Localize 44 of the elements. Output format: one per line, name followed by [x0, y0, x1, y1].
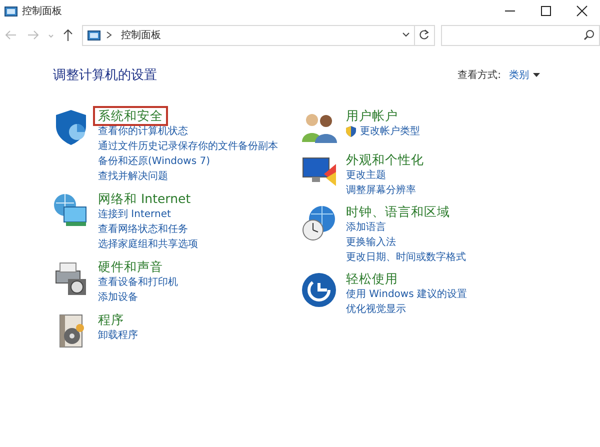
- task-link[interactable]: 通过文件历史记录保存你的文件备份副本: [98, 138, 278, 154]
- task-link[interactable]: 查看你的计算机状态: [98, 124, 188, 138]
- task-link[interactable]: 更改日期、时间或数字格式: [346, 250, 466, 264]
- refresh-icon[interactable]: [418, 29, 430, 41]
- category-title-link[interactable]: 硬件和声音: [95, 258, 166, 274]
- globe-clock-icon: [300, 204, 338, 242]
- task-link[interactable]: 添加语言: [346, 220, 386, 234]
- search-field[interactable]: [440, 24, 600, 46]
- task-link[interactable]: 更换输入法: [346, 234, 396, 250]
- task-link[interactable]: 备份和还原(Windows 7): [98, 154, 210, 168]
- task-link[interactable]: 连接到 Internet: [98, 206, 171, 222]
- task-link[interactable]: 更改帐户类型: [360, 124, 420, 138]
- category-title-link[interactable]: 网络和 Internet: [95, 190, 194, 206]
- chevron-icon: [105, 30, 113, 40]
- category-title-link[interactable]: 轻松使用: [343, 270, 401, 286]
- category-title-link[interactable]: 程序: [95, 312, 127, 328]
- task-link[interactable]: 添加设备: [98, 290, 138, 304]
- task-link[interactable]: 选择家庭组和共享选项: [98, 236, 198, 252]
- view-by-label: 查看方式:: [458, 68, 501, 84]
- close-button[interactable]: [574, 5, 590, 17]
- breadcrumb-link[interactable]: 控制面板: [121, 28, 398, 42]
- task-link[interactable]: 查找并解决问题: [98, 168, 168, 184]
- dropdown-icon[interactable]: [402, 31, 410, 39]
- category-title-link[interactable]: 时钟、语言和区域: [343, 204, 453, 220]
- caret-icon: [533, 73, 540, 78]
- control-panel-icon: [87, 28, 101, 42]
- task-link[interactable]: 查看网络状态和任务: [98, 222, 188, 236]
- task-link[interactable]: 调整屏幕分辨率: [346, 182, 416, 198]
- task-link[interactable]: 优化视觉显示: [346, 302, 406, 316]
- address-field[interactable]: 控制面板: [82, 24, 415, 46]
- category-title-link[interactable]: 系统和安全: [95, 108, 166, 124]
- control-panel-icon: [4, 4, 18, 18]
- page-heading: 调整计算机的设置: [53, 67, 157, 85]
- window-title: 控制面板: [22, 4, 62, 18]
- maximize-button[interactable]: [538, 5, 554, 17]
- up-icon[interactable]: [62, 28, 74, 42]
- task-link[interactable]: 使用 Windows 建议的设置: [346, 286, 467, 302]
- search-icon: [583, 29, 595, 41]
- task-link[interactable]: 更改主题: [346, 168, 386, 182]
- category-title-link[interactable]: 外观和个性化: [343, 152, 427, 168]
- task-link[interactable]: 查看设备和打印机: [98, 274, 178, 290]
- category-title-link[interactable]: 用户帐户: [343, 108, 401, 124]
- view-by-dropdown[interactable]: 类别: [509, 68, 540, 84]
- task-link[interactable]: 卸载程序: [98, 328, 138, 342]
